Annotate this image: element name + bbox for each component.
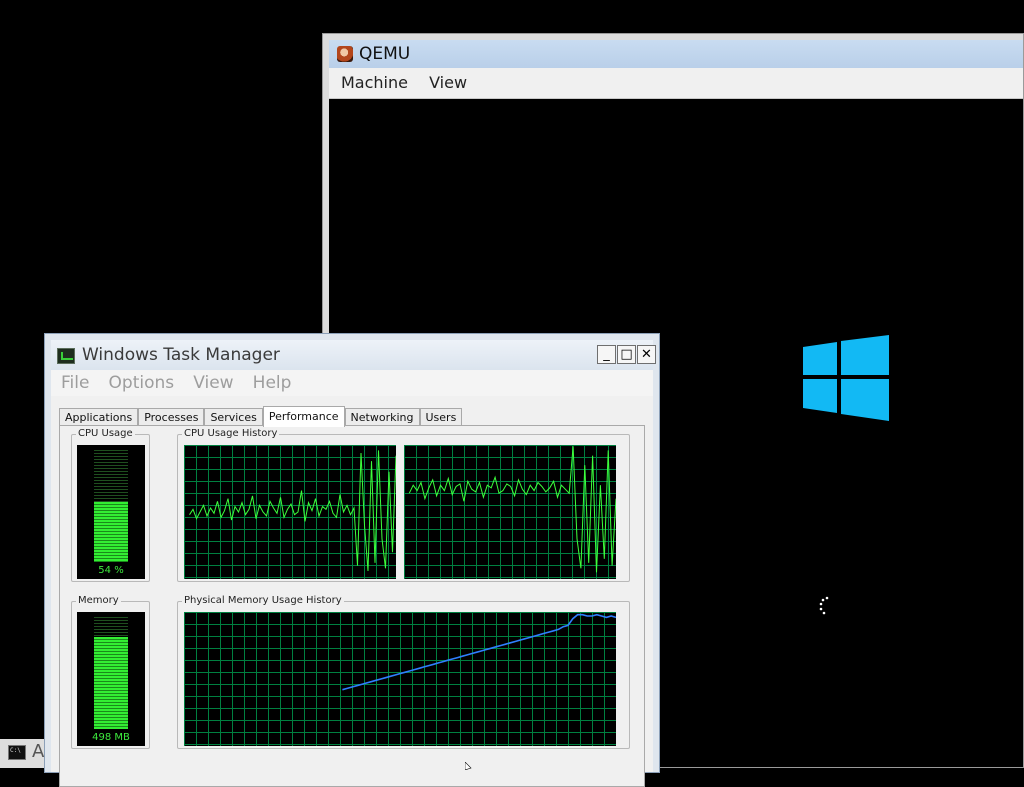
task-manager-app-icon: [57, 348, 75, 364]
cpu-meter-fill: [94, 502, 128, 562]
cpu-history-line-core-1: [189, 450, 396, 572]
memory-history-label: Physical Memory Usage History: [182, 595, 344, 607]
task-manager-menubar: File Options View Help: [51, 370, 653, 396]
minimize-button[interactable]: _: [597, 345, 616, 364]
cpu-usage-meter: 54 %: [77, 445, 145, 579]
tab-performance[interactable]: Performance: [262, 406, 345, 427]
qemu-titlebar[interactable]: QEMU: [329, 40, 1023, 68]
qemu-menubar: Machine View: [329, 68, 1023, 99]
cpu-history-line-core-2: [408, 446, 616, 573]
memory-label: Memory: [76, 595, 121, 607]
cpu-meter-empty: [94, 450, 128, 502]
taskbar-button-label: A: [32, 741, 45, 762]
memory-history-line: [342, 613, 616, 691]
qemu-title: QEMU: [359, 44, 411, 64]
menu-view[interactable]: View: [193, 370, 233, 396]
memory-history-graph: [184, 612, 616, 746]
task-manager-window: Windows Task Manager _ □ ✕ File Options …: [44, 333, 660, 787]
memory-meter: 498 MB: [77, 612, 145, 746]
memory-history-group: Physical Memory Usage History: [177, 595, 630, 749]
cpu-usage-value: 54 %: [98, 565, 124, 576]
maximize-button[interactable]: □: [617, 345, 636, 364]
menu-help[interactable]: Help: [253, 370, 292, 396]
qemu-app-icon: [337, 46, 353, 62]
task-manager-title: Windows Task Manager: [82, 345, 280, 365]
memory-meter-empty: [94, 617, 128, 637]
cpu-history-group: CPU Usage History: [177, 428, 630, 582]
cpu-history-graph-core-1: [184, 445, 396, 579]
close-button[interactable]: ✕: [637, 345, 656, 364]
cpu-usage-group: CPU Usage 54 %: [71, 428, 150, 582]
qemu-menu-view[interactable]: View: [427, 68, 469, 98]
mouse-cursor-icon: [465, 762, 472, 770]
memory-group: Memory 498 MB: [71, 595, 150, 749]
cpu-history-graph-core-2: [404, 445, 616, 579]
windows-logo-icon: [803, 335, 889, 421]
memory-value: 498 MB: [92, 732, 130, 743]
loading-spinner-icon: [819, 596, 829, 615]
qemu-menu-machine[interactable]: Machine: [339, 68, 410, 98]
taskbar-command-prompt-button[interactable]: C:\ A: [0, 739, 44, 768]
cpu-usage-label: CPU Usage: [76, 428, 135, 440]
performance-panel: CPU Usage 54 % CPU Usage History Memory …: [59, 425, 645, 787]
menu-file[interactable]: File: [61, 370, 89, 396]
command-prompt-icon: C:\: [8, 745, 26, 760]
task-manager-titlebar[interactable]: Windows Task Manager _ □ ✕: [51, 340, 656, 370]
cpu-history-label: CPU Usage History: [182, 428, 280, 440]
tab-strip: Applications Processes Services Performa…: [59, 406, 463, 427]
menu-options[interactable]: Options: [109, 370, 175, 396]
task-manager-client: Applications Processes Services Performa…: [51, 396, 653, 787]
memory-meter-fill: [94, 637, 128, 729]
